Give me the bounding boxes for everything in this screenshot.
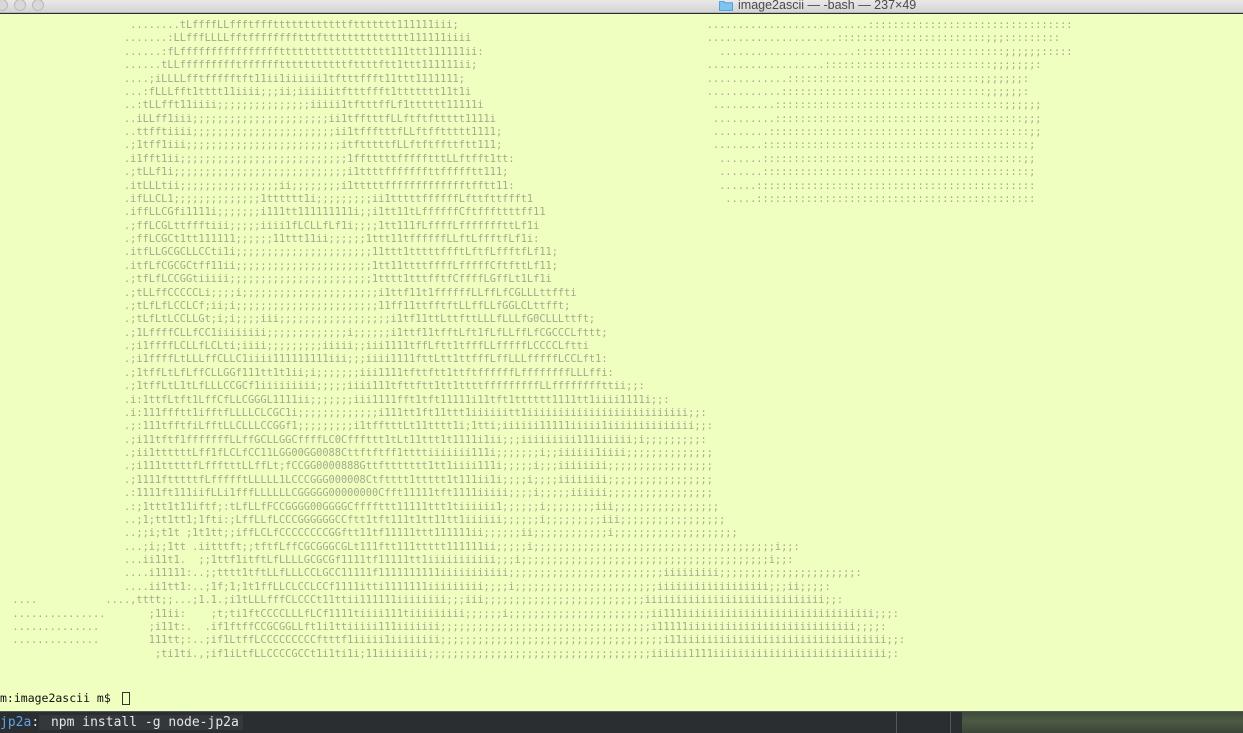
ascii-row: ...ii11t1. ;;1ttf1itftLfLLLLGCGCGf1111tf… [0, 554, 794, 566]
ascii-row: .;1tffLtLfLffCLLGGf111tt1t1ii;i;;;;;;;ii… [0, 366, 614, 379]
ascii-row: .;1111ftttttfLffffftLLLLL1LCCCGGG000008C… [0, 473, 713, 486]
ascii-row: ...;i;;1tt .iitttft;;tftfLffCGCGGGCGLt11… [0, 540, 800, 553]
title-bar[interactable]: image2ascii — -bash — 237×49 [0, 0, 1243, 13]
shell-prompt-line[interactable]: m:image2ascii m$ [0, 690, 130, 706]
ascii-row: ..;;i;t1t ;1t1tt;;iffLCLfCCCCCCCCGGftt11… [0, 527, 738, 540]
ascii-row: .i1fft1ii;;;;;;;;;;;;;;;;;;;;;;;;;;;1fft… [0, 152, 1036, 165]
install-command: npm install -g node-jp2a [39, 715, 243, 730]
folder-icon [719, 0, 733, 11]
ascii-row: ...:fLLLfft1tttt11iiii;;;ii;iiiiiitftttf… [0, 85, 1030, 98]
minimize-button[interactable] [14, 0, 26, 11]
ascii-art-output: ........tLffffLLffftfffttttttttttttftttt… [0, 19, 1243, 661]
ascii-row: ..;1;tt1tt1;1fti:;LffLLfLCCCGGGGGGCCftt1… [0, 513, 726, 526]
ascii-row: .;tLfLfLCCLCf;ii;i;;;;;;;;;;;;;;;;;;;;;;… [0, 299, 571, 312]
ascii-row: .ifLLCL1;;;;;;;;;;;;;;1tttttt1i;;;;;;;;;… [0, 192, 1036, 205]
ascii-row: .......:LLfffLLLLfftfffffffftttftttttttt… [0, 32, 1061, 45]
ascii-row: .:1111ft111iifLLi1fffLLLLLLCGGGGG0000000… [0, 487, 713, 500]
pane-divider [950, 712, 951, 733]
ascii-row: ....ii1tt1:..;1f;1;1t1ffLLCLCCLCCf1111it… [0, 580, 831, 593]
package-name: jp2a [0, 715, 32, 730]
ascii-row: .:;1ttt1t11iftf;:tLfLLfFCCGGGG00GGGGCfff… [0, 500, 720, 513]
ascii-row: ......:fLffffffffffffffffttttttttttttttt… [0, 45, 1073, 58]
ascii-row: .itfLfCGCGCtff11ii;;;;;;;;;;;;;;;;;;;;;;… [0, 259, 558, 272]
ascii-row: .;i111tttttfLffftttLLffLt;fCCGG0000888Gt… [0, 460, 713, 473]
ascii-row: .... ....,tttt;;...;1.1.;i1tLLLfffCLCCCt… [0, 594, 844, 607]
ascii-row: ......tLLffffffffftfffffftttttttttttfttt… [0, 59, 1042, 72]
ascii-row: .;ffLCGCt1tt111111;;;;;;11ttt11ii;;;;;;1… [0, 233, 540, 245]
ascii-row: .;tLLffCCCCCLi;;;;i;;;;;;;;;;;;;;;;;;;;;… [0, 286, 577, 299]
ascii-row: .;tfLfLCCGGtiiiii;;;;;;;;;;;;;;;;;;;;;;;… [0, 273, 552, 286]
package-separator: : [31, 715, 40, 730]
ascii-row: ;ti1ti.,;if1iLtfLLCCCCGCCt1i1ti1i;11iiii… [0, 647, 899, 660]
ascii-row: .;:111tfftfiLfftLLCLLLCCGGf1;;;;;;;;;i1t… [0, 420, 713, 433]
ascii-row: .;1LffffCLLfCC1iiiiiiii;;;;;;;;;;;;;i;;;… [0, 326, 608, 339]
window-controls [0, 0, 44, 11]
ascii-row: ..ttfftiiii;;;;;;;;;;;;;;;;;;;;;;;ii1tff… [0, 126, 1042, 138]
window-title-group: image2ascii — -bash — 237×49 [719, 0, 916, 12]
ascii-row: .;ii1ttttttLff1fLCLfCC11LGG00GG0088Cttft… [0, 447, 713, 459]
ascii-row: ............... ;11ii: ;t;ti1ftCCCCLLLfL… [0, 607, 899, 620]
ascii-row: .;1tff1iii;;;;;;;;;;;;;;;;;;;;;;;;;itftt… [0, 139, 1036, 152]
ascii-row: .i:111ffftt1ifftfLLLLCLCGC1i;;;;;;;;;;;;… [0, 406, 707, 419]
window-title: image2ascii — -bash — 237×49 [738, 0, 917, 12]
ascii-row: .............. ;i11t:. .if1ftffCCGCGGLLf… [0, 620, 887, 633]
ascii-row: .;i1ffffLtLLLffCLLC1iiii111111111iii;;;i… [0, 353, 608, 366]
ascii-row: .;ffLCGLttffftiii;;;;;iiii1fLCLLfLf1i;;;… [0, 219, 540, 232]
terminal-view[interactable]: ........tLffffLLffftfffttttttttttttftttt… [0, 14, 1243, 711]
ascii-row: .;1tffLtL1tLfLLLCCGCf1iiiiiiiii;;;;;iiii… [0, 380, 645, 393]
ascii-row: .itfLLGCGCLLCCti1i;;;;;;;;;;;;;;;;;;;;;;… [0, 246, 558, 259]
ascii-row: ..:tLLfft11iiii;;;;;;;;;;;;;;;iiiii1tftt… [0, 99, 1042, 112]
ascii-row: .;tLLf1i;;;;;;;;;;;;;;;;;;;;;;;;;;;;i1tt… [0, 166, 1036, 179]
ascii-row: .............. 111tt;:..;if1LtffLCCCCCCC… [0, 634, 906, 647]
ascii-row: ....i11111:..;;tttt1tftLLfLLLCCLGCC11111… [0, 567, 862, 580]
shell-prompt: m:image2ascii m$ [0, 691, 118, 705]
background-image-thumbnail [962, 712, 1243, 733]
ascii-row: .;tLfLtLCCLLGt;i;i;;;;iii;;;;;;;;;;;;;;;… [0, 313, 596, 326]
background-editor-line: jp2a: npm install -g node-jp2a [0, 714, 243, 731]
close-button[interactable] [0, 0, 8, 11]
zoom-button[interactable] [32, 0, 44, 11]
ascii-row: ....;iLLLLfftffffftft11ii1iiiiii1tftttff… [0, 72, 1030, 85]
ascii-row: .itLLLtii;;;;;;;;;;;;;;;;ii;;;;;;;;i1ttt… [0, 179, 1036, 192]
ascii-row: ........tLffffLLffftfffttttttttttttftttt… [0, 19, 1073, 31]
text-cursor [121, 691, 130, 705]
ascii-row: .i:1ttfLtft1LffCfLLCGGGL1111ii;;;;;;;iii… [0, 393, 670, 406]
ascii-row: .iffLLCGfi1111i;;;;;;;i111tt111111111i;;… [0, 206, 546, 219]
ascii-row: .;i1ffffLCLLfLCLti;iiii;;;;;;;;;iiiii;;i… [0, 340, 589, 352]
background-window[interactable]: jp2a: npm install -g node-jp2a [0, 711, 1243, 733]
ascii-row: .;i11tftf1fffffffLLffGCLLGGCffffLC0Cffft… [0, 433, 707, 446]
ascii-row: ..iLLff1iii;;;;;;;;;;;;;;;;;;;;;;ii1tfft… [0, 112, 1042, 125]
pane-divider [896, 712, 897, 733]
